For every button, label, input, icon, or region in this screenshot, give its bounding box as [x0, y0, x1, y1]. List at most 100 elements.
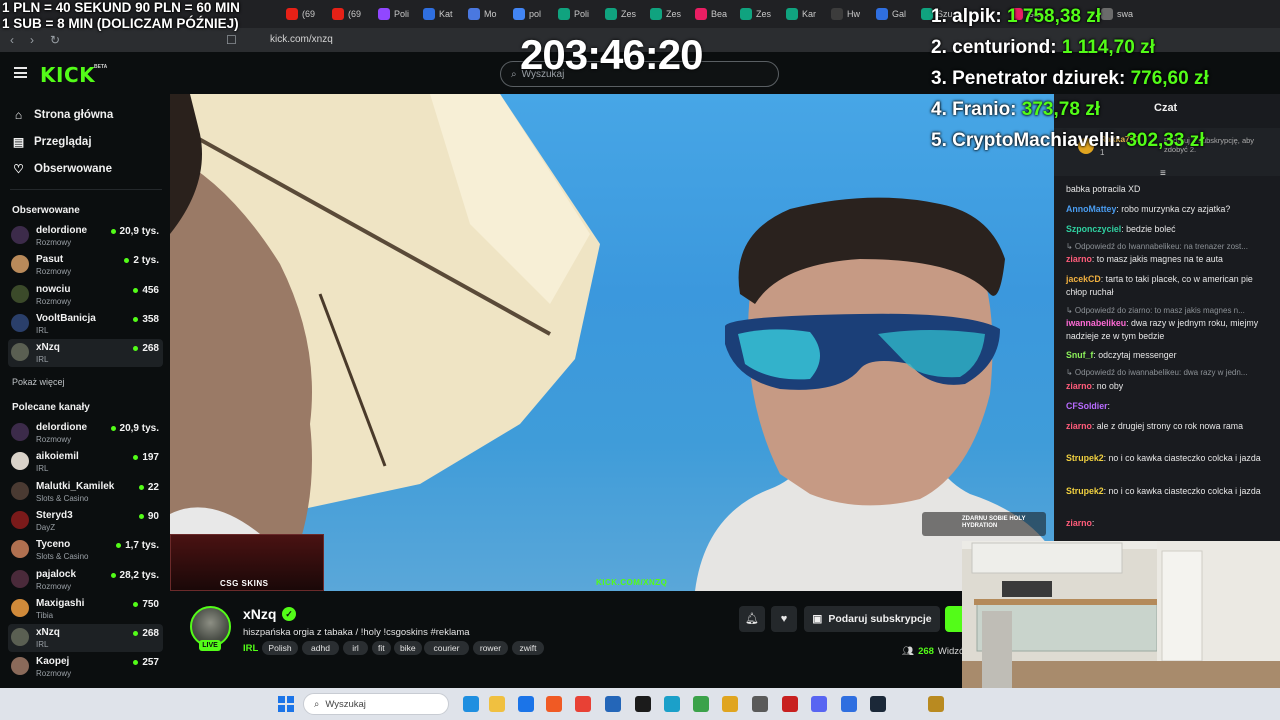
stream-category[interactable]: IRL	[243, 643, 258, 654]
chat-username[interactable]: Szponczyciel	[1066, 224, 1121, 234]
stream-tag[interactable]: zwift	[512, 641, 544, 655]
heart-button[interactable]: ♥	[771, 606, 797, 632]
browser-tab[interactable]: Hw	[831, 6, 871, 22]
chat-reply-context: ↳ Odpowiedź do iwannabelikeu: dwa razy w…	[1066, 368, 1248, 377]
bookmark-icon[interactable]: ☐	[226, 33, 237, 47]
stream-tag[interactable]: irl	[343, 641, 368, 655]
file-explorer-icon[interactable]	[489, 696, 505, 712]
forward-icon[interactable]: ›	[30, 33, 34, 47]
channel-viewer-count: 20,9 tys.	[119, 423, 159, 434]
sidebar-channel[interactable]: Pasut Rozmowy 2 tys.	[8, 251, 163, 279]
leaderboard-name: 3. Penetrator dziurek:	[931, 68, 1131, 89]
obs-icon[interactable]	[635, 696, 651, 712]
start-icon[interactable]	[278, 696, 294, 712]
chat-username[interactable]: AnnoMattey	[1066, 204, 1116, 214]
sidebar-channel[interactable]: Tyceno Slots & Casino 1,7 tys.	[8, 536, 163, 564]
chat-text: : no oby	[1091, 381, 1124, 391]
stream-tag[interactable]: bike	[394, 641, 422, 655]
browser-tab[interactable]: Gal	[876, 6, 916, 22]
streamer-name[interactable]: xNzq	[243, 606, 276, 622]
notepad-icon[interactable]	[664, 696, 680, 712]
chat-message: ziarno: ale z drugiej strony co rok nowa…	[1066, 420, 1272, 433]
app-icon[interactable]	[722, 696, 738, 712]
stream-tag[interactable]: rower	[473, 641, 508, 655]
notification-bell-icon[interactable]: 🔔︎	[739, 606, 765, 632]
chat-message: jacekCD: tarta to taki placek, co w amer…	[1066, 273, 1272, 298]
browser-tab[interactable]: Kat	[423, 6, 463, 22]
stream-tag[interactable]: adhd	[302, 641, 339, 655]
subathon-timer: 203:46:20	[520, 31, 703, 78]
browser-tab[interactable]: (69	[286, 6, 326, 22]
live-dot-icon	[133, 346, 139, 352]
nav-browse[interactable]: ▤ Przeglądaj	[12, 135, 92, 149]
show-more-link[interactable]: Pokaż więcej	[12, 377, 65, 387]
folder-icon[interactable]	[928, 696, 944, 712]
reload-icon[interactable]: ↻	[50, 33, 60, 47]
tab-label: Poli	[574, 9, 590, 19]
chat-filter-icon[interactable]: ≡	[1160, 168, 1166, 179]
chat-username[interactable]: ziarno	[1066, 254, 1092, 264]
browser-tab[interactable]: pol	[513, 6, 553, 22]
steam-icon[interactable]	[870, 696, 886, 712]
sidebar-channel[interactable]: Malutki_Kamilek Slots & Casino 22	[8, 478, 163, 506]
sidebar-channel[interactable]: nowciu Rozmowy 456	[8, 281, 163, 309]
nav-home[interactable]: ⌂ Strona główna	[12, 108, 113, 122]
sidebar-channel[interactable]: Steryd3 DayZ 90	[8, 507, 163, 535]
viewers-icon: 👥︎	[902, 646, 915, 657]
robinhood-icon[interactable]	[693, 696, 709, 712]
kick-logo[interactable]: KICK	[40, 63, 95, 87]
sidebar-channel[interactable]: VooltBanicja IRL 358	[8, 310, 163, 338]
messenger-icon[interactable]	[841, 696, 857, 712]
leaderboard-row: 4. Franio: 373,78 zł	[931, 99, 1100, 121]
browser-tab[interactable]: Kar	[786, 6, 826, 22]
sidebar-channel[interactable]: xNzq IRL 268	[8, 339, 163, 368]
browser-tab[interactable]: swa	[1101, 6, 1141, 22]
taskbar-search-icon: ⌕	[314, 698, 320, 710]
adobe-icon[interactable]	[782, 696, 798, 712]
channel-name: xNzq	[36, 627, 60, 639]
gift-subscription-button[interactable]: ▣ Podaruj subskrypcje	[804, 606, 940, 632]
stream-tag[interactable]: courier	[424, 641, 469, 655]
browser-tab[interactable]: Poli	[378, 6, 418, 22]
discord-icon[interactable]	[811, 696, 827, 712]
back-icon[interactable]: ‹	[10, 33, 14, 47]
sidebar-channel[interactable]: xNzq IRL 268	[8, 624, 163, 653]
browser-tab[interactable]: Zes	[740, 6, 780, 22]
browser-tab[interactable]: Poli	[558, 6, 598, 22]
browser-tab[interactable]: Zes	[605, 6, 645, 22]
browser-tab[interactable]: Bea	[695, 6, 735, 22]
chat-username[interactable]: ziarno	[1066, 381, 1092, 391]
chat-username[interactable]: ziarno	[1066, 421, 1092, 431]
menu-icon[interactable]	[14, 67, 27, 78]
sidebar-channel[interactable]: pajalock Rozmowy 28,2 tys.	[8, 566, 163, 594]
browser-tab[interactable]: Zes	[650, 6, 690, 22]
outlook-icon[interactable]	[605, 696, 621, 712]
brave-icon[interactable]	[546, 696, 562, 712]
browser-tab[interactable]: (69	[332, 6, 372, 22]
nav-following[interactable]: ♡ Obserwowane	[12, 162, 112, 176]
chat-username[interactable]: iwannabelikeu	[1066, 318, 1126, 328]
chat-username[interactable]: Strupek2	[1066, 486, 1104, 496]
sidebar-channel[interactable]: delordione Rozmowy 20,9 tys.	[8, 419, 163, 447]
chrome-icon[interactable]	[575, 696, 591, 712]
store-icon[interactable]	[518, 696, 534, 712]
edge-icon[interactable]	[463, 696, 479, 712]
chat-username[interactable]: jacekCD	[1066, 274, 1101, 284]
browser-tab[interactable]: Mo	[468, 6, 508, 22]
stream-tag[interactable]: Polish	[262, 641, 298, 655]
sidebar-channel[interactable]: aikoiemil IRL 197	[8, 448, 163, 476]
taskbar-search[interactable]: ⌕ Wyszukaj	[303, 693, 449, 715]
stream-tag[interactable]: fit	[372, 641, 391, 655]
chat-username[interactable]: Strupek2	[1066, 453, 1104, 463]
url-text[interactable]: kick.com/xnzq	[270, 34, 333, 45]
sidebar-channel[interactable]: Kaopej Rozmowy 257	[8, 653, 163, 681]
leaderboard-row: 5. CryptoMachiavelli: 302,33 zł	[931, 130, 1205, 152]
chat-username[interactable]: ziarno	[1066, 518, 1092, 528]
channel-avatar	[11, 569, 29, 588]
channel-category: Rozmowy	[36, 267, 72, 277]
sidebar-channel[interactable]: Maxigashi Tibia 750	[8, 595, 163, 623]
sidebar-channel[interactable]: delordione Rozmowy 20,9 tys.	[8, 222, 163, 250]
calculator-icon[interactable]	[752, 696, 768, 712]
chat-username[interactable]: Snuf_f	[1066, 350, 1093, 360]
chat-username[interactable]: CFSoldier	[1066, 401, 1108, 411]
